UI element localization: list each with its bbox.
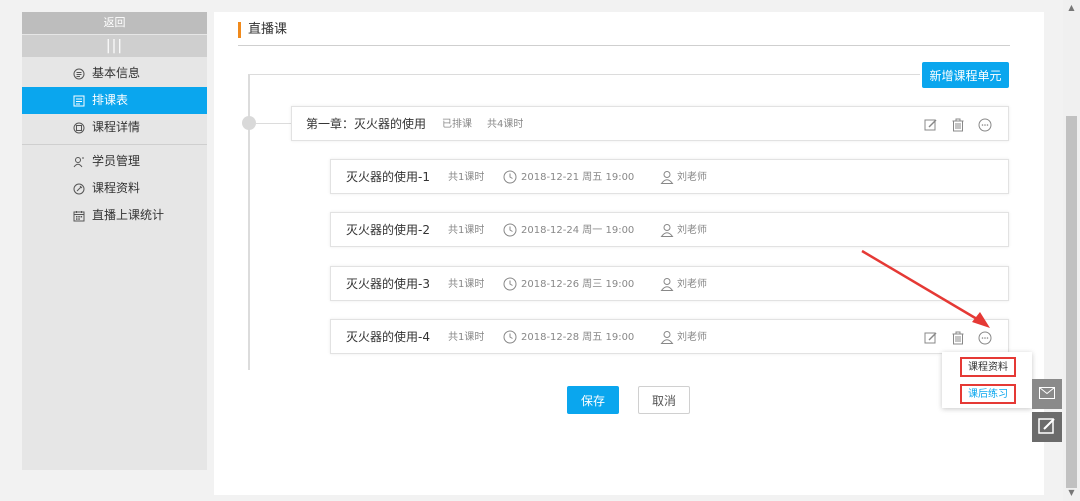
detail-icon [72, 114, 86, 141]
lesson-row[interactable]: 灭火器的使用-2 共1课时 2018-12-24 周一 19:00 刘老师 [330, 212, 1009, 247]
feedback-float-button[interactable] [1032, 412, 1062, 442]
lesson-teacher: 刘老师 [677, 225, 707, 236]
users-icon [72, 148, 86, 175]
delete-icon[interactable] [950, 330, 965, 345]
chapter-actions [923, 107, 992, 142]
lesson-count: 共1课时 [448, 279, 485, 290]
message-float-button[interactable] [1032, 379, 1062, 409]
lesson-teacher: 刘老师 [677, 172, 707, 183]
collapse-toggle[interactable]: ||| [22, 35, 207, 57]
dropdown-item-homework[interactable]: 课后练习 [960, 384, 1016, 404]
attachment-icon [72, 175, 86, 202]
lesson-row[interactable]: 灭火器的使用-3 共1课时 2018-12-26 周三 19:00 刘老师 [330, 266, 1009, 301]
scroll-down-arrow-icon[interactable]: ▼ [1066, 488, 1077, 498]
page-header: 直播课 [238, 20, 1010, 46]
sidebar-item-label: 基本信息 [92, 66, 141, 80]
menu-group-course: 基本信息 排课表 课程详情 [22, 57, 207, 145]
add-course-unit-button[interactable]: 新增课程单元 [922, 62, 1009, 88]
lesson-count: 共1课时 [448, 172, 485, 183]
main-panel: 直播课 新增课程单元 第一章：灭火器的使用 已排课 共4课时 灭火器的使用-1 … [214, 12, 1044, 495]
lesson-datetime: 2018-12-24 周一 19:00 [521, 225, 635, 236]
info-circle-icon [72, 60, 86, 87]
lesson-count: 共1课时 [448, 225, 485, 236]
sidebar-item-label: 课程详情 [92, 120, 141, 134]
chapter-lesson-count: 共4课时 [487, 119, 524, 130]
lesson-teacher: 刘老师 [677, 279, 707, 290]
lesson-datetime: 2018-12-21 周五 19:00 [521, 172, 635, 183]
lesson-actions [923, 320, 992, 355]
teacher-icon [660, 277, 674, 291]
delete-icon[interactable] [950, 117, 965, 132]
clock-icon [503, 330, 517, 344]
lesson-title: 灭火器的使用-1 [346, 170, 430, 184]
scrollbar-thumb[interactable] [1066, 116, 1077, 488]
scroll-up-arrow-icon[interactable]: ▲ [1066, 3, 1077, 13]
edit-note-icon [1038, 417, 1056, 438]
sidebar-item-label: 学员管理 [92, 154, 141, 168]
timeline-node [242, 116, 256, 130]
sidebar-item-course-detail[interactable]: 课程详情 [22, 114, 207, 141]
edit-icon[interactable] [923, 117, 938, 132]
lesson-teacher: 刘老师 [677, 332, 707, 343]
more-icon[interactable] [977, 117, 992, 132]
sidebar-item-live-stats[interactable]: 直播上课统计 [22, 202, 207, 229]
chapter-row[interactable]: 第一章：灭火器的使用 已排课 共4课时 [291, 106, 1009, 141]
dropdown-item-course-materials[interactable]: 课程资料 [960, 357, 1016, 377]
chapter-title: 第一章：灭火器的使用 [306, 117, 427, 131]
teacher-icon [660, 170, 674, 184]
clock-icon [503, 223, 517, 237]
lesson-count: 共1课时 [448, 332, 485, 343]
sidebar-item-schedule[interactable]: 排课表 [22, 87, 207, 114]
back-button[interactable]: 返回 [22, 12, 207, 34]
cancel-button[interactable]: 取消 [638, 386, 690, 414]
calendar-icon [72, 202, 86, 229]
lesson-datetime: 2018-12-26 周三 19:00 [521, 279, 635, 290]
schedule-icon [72, 87, 86, 114]
clock-icon [503, 277, 517, 291]
edit-icon[interactable] [923, 330, 938, 345]
sidebar-item-basic-info[interactable]: 基本信息 [22, 60, 207, 87]
more-icon[interactable] [977, 330, 992, 345]
menu-group-manage: 学员管理 课程资料 直播上课统计 [22, 145, 207, 232]
lesson-title: 灭火器的使用-2 [346, 223, 430, 237]
teacher-icon [660, 223, 674, 237]
sidebar-item-students[interactable]: 学员管理 [22, 148, 207, 175]
lesson-row[interactable]: 灭火器的使用-4 共1课时 2018-12-28 周五 19:00 刘老师 [330, 319, 1009, 354]
sidebar-item-label: 排课表 [92, 93, 129, 107]
left-sidebar: 返回 ||| 基本信息 排课表 课程详情 学员管理 课程资料 直播上课统计 [22, 12, 207, 470]
header-accent-bar [238, 22, 241, 38]
lesson-title: 灭火器的使用-4 [346, 330, 430, 344]
teacher-icon [660, 330, 674, 344]
save-button[interactable]: 保存 [567, 386, 619, 414]
lesson-title: 灭火器的使用-3 [346, 277, 430, 291]
timeline-top-line [248, 74, 920, 75]
more-actions-dropdown: 课程资料 课后练习 [942, 352, 1032, 408]
chapter-status: 已排课 [442, 119, 472, 130]
lesson-row[interactable]: 灭火器的使用-1 共1课时 2018-12-21 周五 19:00 刘老师 [330, 159, 1009, 194]
sidebar-item-label: 课程资料 [92, 181, 141, 195]
clock-icon [503, 170, 517, 184]
lesson-datetime: 2018-12-28 周五 19:00 [521, 332, 635, 343]
page-title: 直播课 [248, 22, 288, 37]
sidebar-item-label: 直播上课统计 [92, 208, 165, 222]
mail-icon [1039, 386, 1055, 402]
timeline-branch [256, 123, 291, 124]
sidebar-item-materials[interactable]: 课程资料 [22, 175, 207, 202]
